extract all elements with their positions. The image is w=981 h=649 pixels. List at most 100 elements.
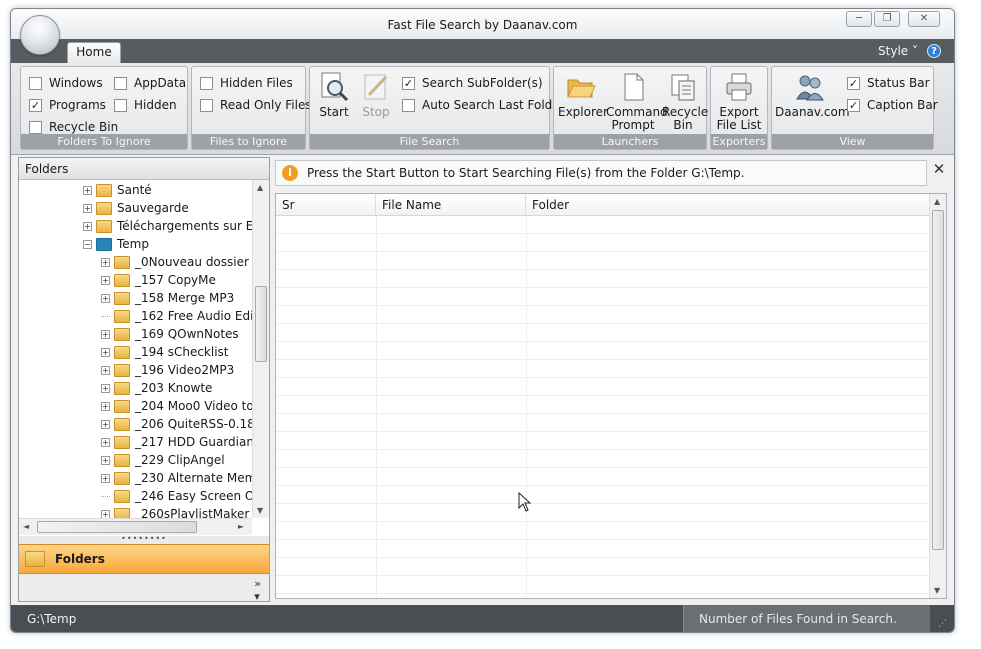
scroll-down-icon[interactable]: ▼: [934, 586, 940, 595]
expand-icon[interactable]: +: [101, 509, 110, 518]
scroll-up-icon[interactable]: ▲: [257, 183, 263, 192]
tree-item[interactable]: + _204 Moo0 Video to A: [101, 397, 252, 415]
folder-tree[interactable]: + Santé + Sauvegarde + Téléchargements sur E −…: [19, 180, 252, 518]
close-button[interactable]: ✕: [908, 11, 940, 27]
expand-icon[interactable]: +: [101, 293, 110, 303]
tree-item-label: _157 CopyMe: [135, 273, 216, 287]
scroll-right-icon[interactable]: ►: [238, 522, 244, 531]
checkbox-appdata[interactable]: AppData: [114, 75, 186, 91]
explorer-button[interactable]: Explorer: [558, 71, 608, 119]
scroll-down-icon[interactable]: ▼: [257, 506, 263, 515]
group-exporters: Export File List Exporters: [710, 66, 768, 150]
tree-item[interactable]: + Santé: [83, 181, 152, 199]
tree-scroll-thumb[interactable]: [255, 286, 267, 362]
column-header-folder[interactable]: Folder: [526, 194, 930, 216]
checkbox-label: Programs: [49, 98, 106, 112]
tree-item-label: _196 Video2MP3: [135, 363, 235, 377]
expand-icon[interactable]: +: [101, 401, 110, 411]
tree-item[interactable]: _246 Easy Screen OCR: [101, 487, 252, 505]
tree-item[interactable]: + _229 ClipAngel: [101, 451, 225, 469]
export-file-list-button[interactable]: Export File List: [713, 71, 765, 132]
expand-icon[interactable]: +: [101, 257, 110, 267]
scroll-up-icon[interactable]: ▲: [934, 197, 940, 206]
expand-icon[interactable]: +: [101, 365, 110, 375]
checkbox-windows[interactable]: Windows: [29, 75, 103, 91]
expand-icon[interactable]: +: [101, 275, 110, 285]
style-menu[interactable]: Style ˅: [878, 44, 918, 58]
checkbox-recycle-bin[interactable]: Recycle Bin: [29, 119, 118, 135]
tree-item[interactable]: + _203 Knowte: [101, 379, 212, 397]
expand-icon[interactable]: +: [101, 437, 110, 447]
tree-vertical-scrollbar[interactable]: ▲ ▼: [252, 180, 269, 518]
expand-icon[interactable]: +: [101, 419, 110, 429]
minimize-button[interactable]: ─: [846, 11, 872, 27]
recycle-bin-button[interactable]: Recycle Bin: [662, 71, 708, 132]
close-info-bar-icon[interactable]: ✕: [929, 160, 949, 180]
tree-item[interactable]: + _0Nouveau dossier: [101, 253, 249, 271]
tree-item-label: _229 ClipAngel: [135, 453, 225, 467]
column-header-sr[interactable]: Sr: [276, 194, 376, 216]
tree-item[interactable]: _162 Free Audio Edito: [101, 307, 252, 325]
tree-hscroll-thumb[interactable]: [37, 521, 197, 533]
application-menu-button[interactable]: [20, 15, 60, 55]
export-label-line-1: Export: [719, 105, 759, 119]
tree-item[interactable]: + _158 Merge MP3: [101, 289, 234, 307]
folders-panel: Folders + Santé + Sauvegarde + Téléchargement…: [18, 157, 270, 603]
configure-buttons-icon[interactable]: » ▾: [254, 577, 261, 603]
group-view: Daanav.com ✓ Status Bar ✓ Caption Bar View: [771, 66, 938, 150]
expand-icon[interactable]: +: [83, 221, 92, 231]
column-header-file-name[interactable]: File Name: [376, 194, 526, 216]
tree-item[interactable]: + _206 QuiteRSS-0.18.9: [101, 415, 252, 433]
tree-item[interactable]: + Sauvegarde: [83, 199, 189, 217]
checkbox-box: [200, 76, 213, 90]
checkbox-status-bar[interactable]: ✓ Status Bar: [847, 75, 930, 91]
tree-item[interactable]: + _157 CopyMe: [101, 271, 216, 289]
tree-item[interactable]: + _194 sChecklist: [101, 343, 229, 361]
window-title: Fast File Search by Daanav.com: [387, 18, 578, 32]
stop-button[interactable]: Stop: [358, 71, 394, 119]
checkbox-programs[interactable]: ✓ Programs: [29, 97, 106, 113]
checkbox-auto-search-last-folder[interactable]: Auto Search Last Folder: [402, 97, 565, 113]
info-icon: i: [282, 165, 298, 181]
expand-icon[interactable]: +: [101, 473, 110, 483]
expand-icon[interactable]: +: [101, 347, 110, 357]
checkbox-hidden-files[interactable]: Hidden Files: [200, 75, 293, 91]
help-icon[interactable]: ?: [927, 44, 941, 58]
scroll-left-icon[interactable]: ◄: [23, 522, 29, 531]
resize-grip-icon[interactable]: ⋰: [938, 619, 950, 631]
maximize-button[interactable]: ❐: [874, 11, 900, 27]
tree-horizontal-scrollbar[interactable]: ◄ ►: [19, 518, 252, 535]
tree-item[interactable]: + _169 QOwnNotes: [101, 325, 239, 343]
tree-item[interactable]: + _260sPlaylistMaker: [101, 505, 249, 518]
start-button[interactable]: Start: [316, 71, 352, 119]
recycle-bin-icon: [671, 74, 695, 101]
grid-vertical-scrollbar[interactable]: ▲ ▼: [929, 194, 946, 598]
tree-item-label: _162 Free Audio Edito: [135, 309, 252, 323]
daanav-button[interactable]: Daanav.com: [775, 71, 850, 119]
checkbox-read-only-files[interactable]: Read Only Files: [200, 97, 312, 113]
results-grid[interactable]: Sr File Name Folder ▲ ▼: [275, 193, 947, 599]
tree-item[interactable]: + _196 Video2MP3: [101, 361, 234, 379]
grid-body: [276, 216, 930, 598]
checkbox-caption-bar[interactable]: ✓ Caption Bar: [847, 97, 938, 113]
tree-item[interactable]: + _217 HDD Guardian: [101, 433, 252, 451]
tree-item-label: _230 Alternate Memo: [135, 471, 252, 485]
tree-item[interactable]: + _230 Alternate Memo: [101, 469, 252, 487]
ribbon-tab-strip: Home Style ˅ ?: [11, 39, 954, 63]
expand-icon[interactable]: +: [101, 455, 110, 465]
tab-home[interactable]: Home: [67, 42, 121, 63]
checkbox-hidden[interactable]: Hidden: [114, 97, 177, 113]
collapse-icon[interactable]: −: [83, 239, 92, 249]
panel-splitter[interactable]: ••••••••: [19, 535, 269, 544]
printer-icon: [726, 73, 752, 101]
command-prompt-button[interactable]: Command Prompt: [606, 71, 668, 132]
grid-scroll-thumb[interactable]: [932, 210, 944, 550]
expand-icon[interactable]: +: [101, 383, 110, 393]
expand-icon[interactable]: +: [83, 203, 92, 213]
expand-icon[interactable]: +: [101, 329, 110, 339]
tree-item[interactable]: − Temp: [83, 235, 149, 253]
expand-icon[interactable]: +: [83, 185, 92, 195]
folders-nav-button[interactable]: Folders: [19, 544, 269, 574]
checkbox-search-subfolders[interactable]: ✓ Search SubFolder(s): [402, 75, 543, 91]
tree-item[interactable]: + Téléchargements sur E: [83, 217, 252, 235]
